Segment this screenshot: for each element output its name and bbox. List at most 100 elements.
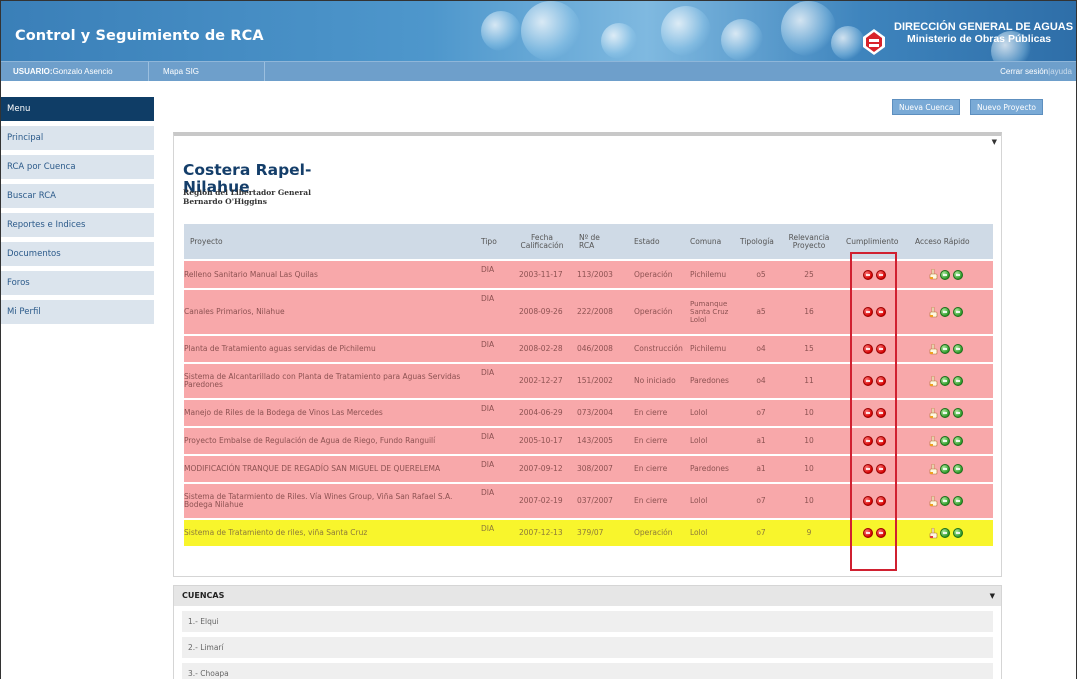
cell-estado: En cierre — [634, 464, 668, 473]
cell-fecha: 2007-12-13 — [519, 528, 563, 537]
sidebar-item-foros[interactable]: Foros — [1, 271, 154, 295]
sidebar-menu-heading: Menu — [1, 97, 154, 121]
cuenca-item[interactable]: 3.- Choapa — [182, 663, 993, 679]
cell-proyecto[interactable]: Sistema de Tratamiento de riles, viña Sa… — [184, 520, 476, 546]
quick-access-green-icon[interactable] — [940, 376, 950, 386]
quick-access-green-icon[interactable] — [940, 464, 950, 474]
cumplimiento-highlight-box — [850, 252, 897, 571]
cell-proyecto[interactable]: Canales Primarios, Nilahue — [184, 290, 476, 334]
quick-access-green-icon[interactable] — [940, 496, 950, 506]
sidebar-item-principal[interactable]: Principal — [1, 126, 154, 150]
cell-tipo: DIA — [481, 368, 495, 377]
quick-access-green-icon[interactable] — [940, 408, 950, 418]
sidebar-item-buscar-rca[interactable]: Buscar RCA — [1, 184, 154, 208]
collapse-arrow-icon[interactable]: ▼ — [990, 586, 995, 606]
header-relevancia: Relevancia Proyecto — [786, 224, 832, 259]
quick-access-green-icon[interactable] — [940, 307, 950, 317]
quick-access-green-icon[interactable] — [940, 436, 950, 446]
quick-access-green-icon[interactable] — [953, 496, 963, 506]
quick-access-green-icon[interactable] — [953, 464, 963, 474]
logout-link[interactable]: Cerrar sesión — [1000, 62, 1048, 81]
sidebar-item-documentos[interactable]: Documentos — [1, 242, 154, 266]
quick-access-green-icon[interactable] — [953, 528, 963, 538]
pointer-hand-icon[interactable] — [929, 407, 938, 419]
cell-tipo: DIA — [481, 265, 495, 274]
cell-tipologia: a1 — [756, 436, 766, 445]
water-bubble-decoration — [721, 19, 763, 61]
header-tipo: Tipo — [481, 236, 497, 246]
new-project-button[interactable]: Nuevo Proyecto — [970, 99, 1043, 115]
cell-comuna: Pichilemu — [690, 344, 727, 353]
quick-access-green-icon[interactable] — [940, 344, 950, 354]
quick-access-green-icon[interactable] — [940, 269, 950, 280]
pointer-hand-icon[interactable] — [929, 306, 938, 318]
acceso-rapido-actions — [929, 364, 989, 398]
pointer-hand-icon[interactable] — [929, 527, 938, 539]
quick-access-green-icon[interactable] — [953, 344, 963, 354]
cell-fecha: 2008-09-26 — [519, 307, 563, 316]
cuencas-panel: CUENCAS ▼ 1.- Elqui 2.- Limarí 3.- Choap… — [173, 585, 1002, 679]
cell-proyecto[interactable]: Sistema de Tatarmiento de Riles. Vía Win… — [184, 484, 476, 518]
acceso-rapido-actions — [929, 520, 989, 546]
pointer-hand-icon[interactable] — [929, 463, 938, 475]
cell-proyecto[interactable]: Sistema de Alcantarillado con Planta de … — [184, 364, 476, 398]
cell-rca: 151/2002 — [577, 376, 613, 385]
quick-access-green-icon[interactable] — [953, 436, 963, 446]
quick-access-green-icon[interactable] — [953, 269, 963, 280]
cell-proyecto[interactable]: MODIFICACIÓN TRANQUE DE REGADÍO SAN MIGU… — [184, 456, 476, 482]
quick-access-green-icon[interactable] — [953, 408, 963, 418]
header-fecha-line: Calificación — [520, 240, 564, 250]
cell-tipologia: o7 — [756, 496, 766, 505]
pointer-hand-icon[interactable] — [929, 343, 938, 355]
cell-relevancia: 16 — [804, 307, 814, 316]
cell-proyecto[interactable]: Relleno Sanitario Manual Las Quilas — [184, 261, 476, 288]
cell-tipologia: o4 — [756, 344, 766, 353]
cell-comuna: Pumanque Santa Cruz Lolol — [690, 300, 729, 324]
quick-access-green-icon[interactable] — [940, 528, 950, 538]
cell-tipo: DIA — [481, 488, 495, 497]
cell-tipologia: o7 — [756, 408, 766, 417]
help-link[interactable]: ayuda — [1050, 62, 1072, 81]
cuencas-header[interactable]: CUENCAS ▼ — [174, 586, 1001, 606]
water-bubble-decoration — [601, 23, 637, 59]
cell-fecha: 2002-12-27 — [519, 376, 563, 385]
map-sig-link[interactable]: Mapa SIG — [149, 62, 265, 81]
acceso-rapido-actions — [929, 261, 989, 288]
cell-relevancia: 10 — [804, 496, 814, 505]
header-nrca: Nº de RCA — [579, 224, 600, 259]
cuencas-title: CUENCAS — [182, 591, 225, 600]
cell-fecha: 2005-10-17 — [519, 436, 563, 445]
cell-relevancia: 10 — [804, 408, 814, 417]
pointer-hand-icon[interactable] — [929, 269, 938, 280]
cell-proyecto[interactable]: Manejo de Riles de la Bodega de Vinos La… — [184, 400, 476, 426]
ministry-name: Ministerio de Obras Públicas — [907, 33, 1052, 45]
header-banner: Control y Seguimiento de RCA DIRECCIÓN G… — [1, 1, 1076, 61]
cell-proyecto[interactable]: Planta de Tratamiento aguas servidas de … — [184, 336, 476, 362]
header-fecha: Fecha Calificación — [511, 224, 573, 259]
user-info: USUARIO: Gonzalo Asencio — [1, 62, 149, 81]
quick-access-green-icon[interactable] — [953, 376, 963, 386]
sidebar-item-mi-perfil[interactable]: Mi Perfil — [1, 300, 154, 324]
water-bubble-decoration — [481, 11, 521, 51]
cell-tipologia: o5 — [756, 269, 766, 279]
sidebar-item-reportes[interactable]: Reportes e Indices — [1, 213, 154, 237]
quick-access-green-icon[interactable] — [953, 307, 963, 317]
cell-proyecto[interactable]: Proyecto Embalse de Regulación de Agua d… — [184, 428, 476, 454]
cell-relevancia: 15 — [804, 344, 814, 353]
pointer-hand-icon[interactable] — [929, 375, 938, 387]
sidebar-menu: Menu Principal RCA por Cuenca Buscar RCA… — [1, 97, 154, 329]
pointer-hand-icon[interactable] — [929, 435, 938, 447]
pointer-hand-icon[interactable] — [929, 495, 938, 507]
new-basin-button[interactable]: Nueva Cuenca — [892, 99, 961, 115]
user-label: USUARIO: — [13, 67, 53, 76]
water-bubble-decoration — [781, 1, 836, 56]
cell-relevancia: 9 — [806, 528, 812, 537]
cell-rca: 037/2007 — [577, 496, 613, 505]
cell-rca: 222/2008 — [577, 307, 613, 316]
collapse-arrow-icon[interactable]: ▼ — [992, 138, 997, 146]
cuenca-item[interactable]: 1.- Elqui — [182, 611, 993, 632]
region-subtitle-line: Bernardo O'Higgins — [183, 197, 267, 206]
acceso-rapido-actions — [929, 456, 989, 482]
sidebar-item-rca-por-cuenca[interactable]: RCA por Cuenca — [1, 155, 154, 179]
cuenca-item[interactable]: 2.- Limarí — [182, 637, 993, 658]
